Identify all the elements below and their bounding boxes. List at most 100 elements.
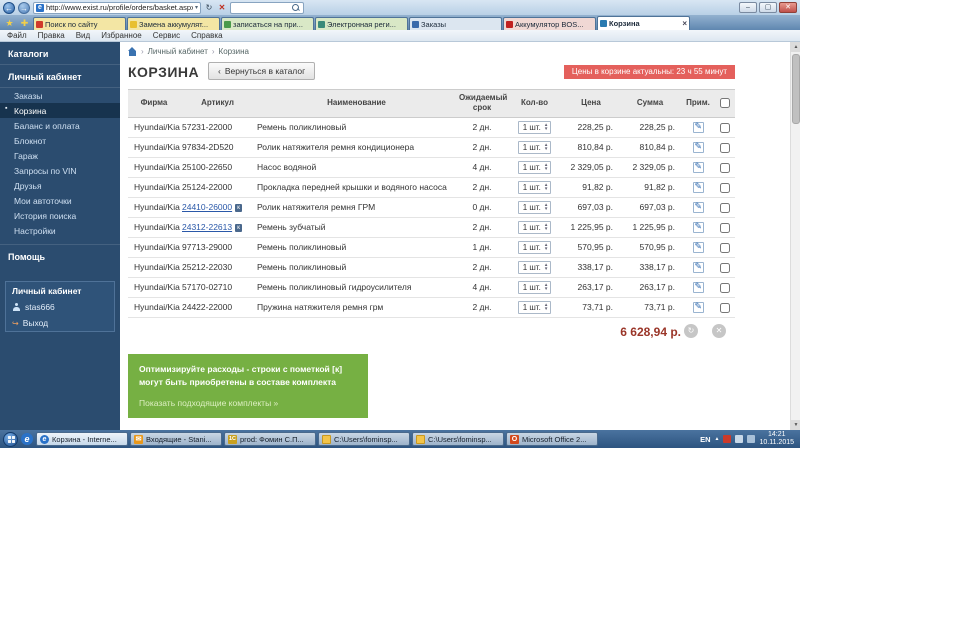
back-to-catalog-button[interactable]: ‹ Вернуться в каталог xyxy=(208,62,316,80)
note-edit-icon[interactable] xyxy=(692,281,704,293)
quantity-stepper[interactable]: 1 шт. ▲ ▼ xyxy=(517,300,552,314)
logout-link[interactable]: ↪ Выход xyxy=(6,315,114,331)
note-edit-icon[interactable] xyxy=(692,221,704,233)
clear-cart-button[interactable]: ✕ xyxy=(712,323,726,338)
quantity-stepper[interactable]: 1 шт. ▲ ▼ xyxy=(517,220,552,234)
clock[interactable]: 14:21 10.11.2015 xyxy=(759,431,797,448)
row-checkbox[interactable] xyxy=(720,222,730,233)
quantity-stepper[interactable]: 1 шт. ▲ ▼ xyxy=(517,120,552,134)
row-checkbox[interactable] xyxy=(720,182,730,193)
minimize-button[interactable]: – xyxy=(739,2,757,13)
language-indicator[interactable]: EN xyxy=(700,435,710,444)
sidebar-item-7[interactable]: Мои автоточки xyxy=(0,193,120,208)
select-all-checkbox[interactable] xyxy=(720,98,730,109)
address-bar[interactable]: e http://www.exist.ru/profile/orders/bas… xyxy=(33,1,201,14)
scrollbar-thumb[interactable] xyxy=(792,54,800,124)
home-icon[interactable] xyxy=(128,47,137,56)
quantity-stepper[interactable]: 1 шт. ▲ ▼ xyxy=(517,280,552,294)
volume-tray-icon[interactable] xyxy=(735,435,744,443)
stepper-arrows-icon[interactable]: ▲ ▼ xyxy=(544,122,548,132)
stepper-arrows-icon[interactable]: ▲ ▼ xyxy=(544,162,548,172)
browser-tab-3[interactable]: Электронная реги... xyxy=(315,17,408,30)
note-edit-icon[interactable] xyxy=(692,121,704,133)
stepper-arrows-icon[interactable]: ▲ ▼ xyxy=(544,202,548,212)
browser-tab-6[interactable]: Корзина × xyxy=(597,16,690,30)
menu-item[interactable]: Избранное xyxy=(101,31,142,40)
antivirus-tray-icon[interactable] xyxy=(723,435,732,443)
stepper-arrows-icon[interactable]: ▲ ▼ xyxy=(544,222,548,232)
row-checkbox[interactable] xyxy=(720,142,730,153)
row-checkbox[interactable] xyxy=(720,162,730,173)
stepper-arrows-icon[interactable]: ▲ ▼ xyxy=(544,142,548,152)
sidebar-item-5[interactable]: Запросы по VIN xyxy=(0,163,120,178)
favorites-icon[interactable]: ★ xyxy=(3,17,16,30)
article-link[interactable]: 24410-26000 xyxy=(182,202,232,212)
taskbar-button-2[interactable]: 1C prod: Фомин С.П... xyxy=(224,432,316,446)
menu-item[interactable]: Справка xyxy=(191,31,222,40)
sidebar-help-link[interactable]: Помощь xyxy=(0,244,120,267)
row-checkbox[interactable] xyxy=(720,242,730,253)
back-button[interactable]: ← xyxy=(3,1,15,14)
browser-tab-0[interactable]: Поиск по сайту xyxy=(33,17,126,30)
tab-close-icon[interactable]: × xyxy=(682,19,687,28)
ie-quicklaunch-icon[interactable]: e xyxy=(21,433,33,445)
taskbar-button-3[interactable]: C:\Users\fominsp... xyxy=(318,432,410,446)
scroll-up-icon[interactable]: ▲ xyxy=(791,42,800,52)
taskbar-button-0[interactable]: e Корзина - Interne... xyxy=(36,432,128,446)
note-edit-icon[interactable] xyxy=(692,141,704,153)
stepper-arrows-icon[interactable]: ▲ ▼ xyxy=(544,302,548,312)
start-button[interactable] xyxy=(3,431,18,447)
taskbar-button-4[interactable]: C:\Users\fominsp... xyxy=(412,432,504,446)
quantity-stepper[interactable]: 1 шт. ▲ ▼ xyxy=(517,260,552,274)
quantity-stepper[interactable]: 1 шт. ▲ ▼ xyxy=(517,200,552,214)
sidebar-item-0[interactable]: Заказы xyxy=(0,88,120,103)
row-checkbox[interactable] xyxy=(720,122,730,133)
sidebar-account-header[interactable]: Личный кабинет xyxy=(0,65,120,88)
menu-item[interactable]: Файл xyxy=(7,31,27,40)
sidebar-item-9[interactable]: Настройки xyxy=(0,223,120,238)
menu-item[interactable]: Вид xyxy=(76,31,90,40)
sidebar-item-3[interactable]: Блокнот xyxy=(0,133,120,148)
browser-tab-2[interactable]: записаться на при... xyxy=(221,17,314,30)
note-edit-icon[interactable] xyxy=(692,201,704,213)
note-edit-icon[interactable] xyxy=(692,301,704,313)
page-scrollbar[interactable]: ▲ ▼ xyxy=(790,42,800,430)
stop-button[interactable]: ✕ xyxy=(217,3,227,12)
user-link[interactable]: stas666 xyxy=(6,299,114,315)
quantity-stepper[interactable]: 1 шт. ▲ ▼ xyxy=(517,160,552,174)
quantity-stepper[interactable]: 1 шт. ▲ ▼ xyxy=(517,240,552,254)
stepper-arrows-icon[interactable]: ▲ ▼ xyxy=(544,242,548,252)
quantity-stepper[interactable]: 1 шт. ▲ ▼ xyxy=(517,140,552,154)
sidebar-item-1[interactable]: ▪ Корзина xyxy=(0,103,120,118)
add-favorite-icon[interactable]: ✚ xyxy=(18,17,31,30)
sidebar-catalogs-link[interactable]: Каталоги xyxy=(0,42,120,65)
row-checkbox[interactable] xyxy=(720,302,730,313)
browser-tab-4[interactable]: Заказы xyxy=(409,17,502,30)
close-button[interactable]: ✕ xyxy=(779,2,797,13)
tray-expand-icon[interactable]: ▲ xyxy=(715,436,720,442)
note-edit-icon[interactable] xyxy=(692,161,704,173)
maximize-button[interactable]: ▢ xyxy=(759,2,777,13)
quantity-stepper[interactable]: 1 шт. ▲ ▼ xyxy=(517,180,552,194)
note-edit-icon[interactable] xyxy=(692,181,704,193)
network-tray-icon[interactable] xyxy=(747,435,756,443)
scroll-down-icon[interactable]: ▼ xyxy=(791,420,800,430)
address-dropdown-icon[interactable]: ▾ xyxy=(195,4,198,11)
show-kits-link[interactable]: Показать подходящие комплекты » xyxy=(139,398,357,408)
breadcrumb-account-link[interactable]: Личный кабинет xyxy=(148,47,208,56)
article-link[interactable]: 24312-22613 xyxy=(182,222,232,232)
sidebar-item-8[interactable]: История поиска xyxy=(0,208,120,223)
note-edit-icon[interactable] xyxy=(692,241,704,253)
taskbar-button-1[interactable]: ✉ Входящие - Stani... xyxy=(130,432,222,446)
row-checkbox[interactable] xyxy=(720,202,730,213)
forward-button[interactable]: → xyxy=(18,1,30,14)
note-edit-icon[interactable] xyxy=(692,261,704,273)
recalculate-button[interactable]: ↻ xyxy=(684,323,698,338)
sidebar-item-6[interactable]: Друзья xyxy=(0,178,120,193)
browser-tab-1[interactable]: Замена аккумулят... xyxy=(127,17,220,30)
row-checkbox[interactable] xyxy=(720,262,730,273)
sidebar-item-2[interactable]: Баланс и оплата xyxy=(0,118,120,133)
stepper-arrows-icon[interactable]: ▲ ▼ xyxy=(544,262,548,272)
stepper-arrows-icon[interactable]: ▲ ▼ xyxy=(544,282,548,292)
refresh-button[interactable]: ↻ xyxy=(204,3,214,12)
